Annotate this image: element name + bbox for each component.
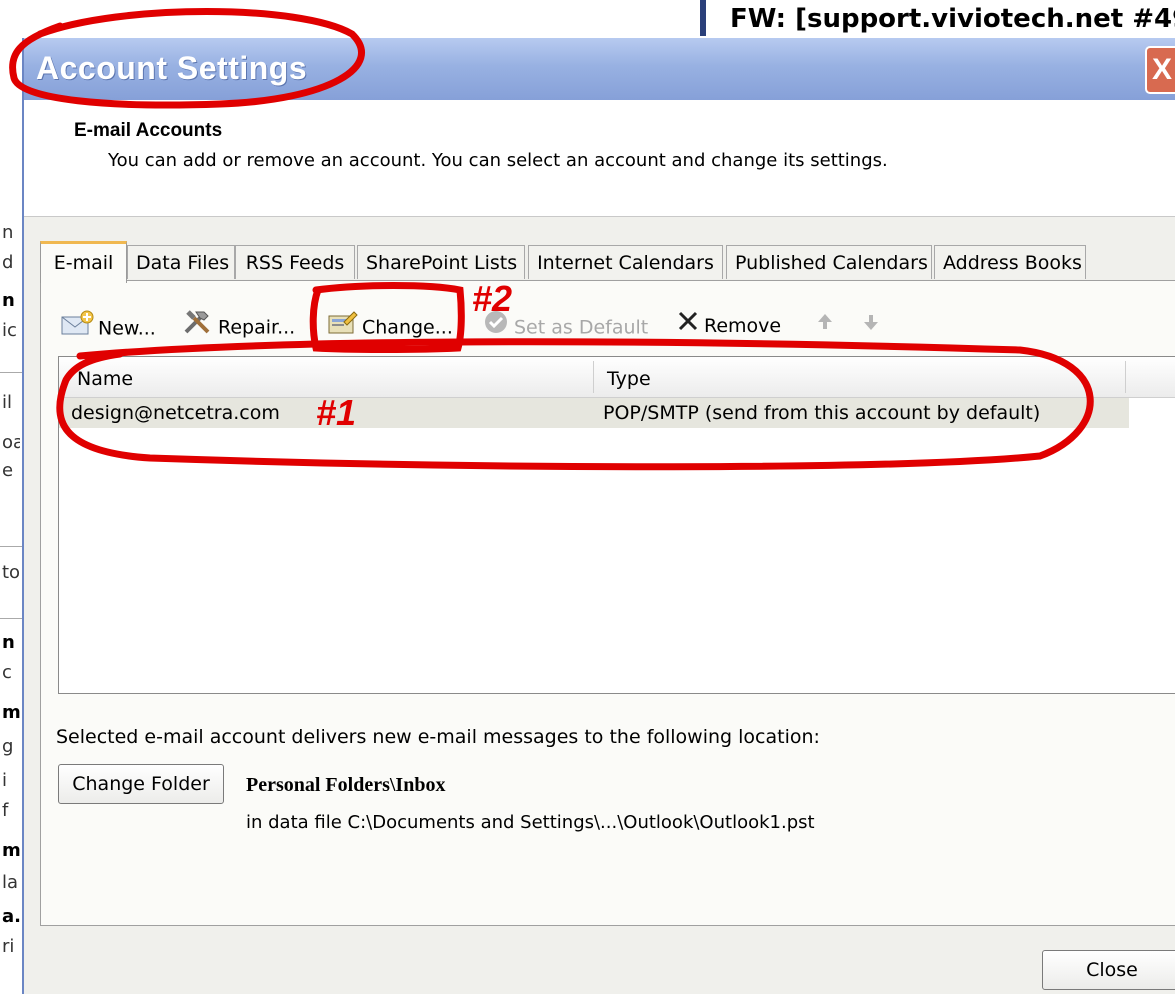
background-divider [0, 372, 22, 373]
column-header-name[interactable]: Name [77, 357, 133, 397]
annotation-label-2: #2 [472, 278, 513, 319]
delivery-folder-name: Personal Folders\Inbox [246, 774, 446, 796]
background-text-fragment: e [2, 460, 14, 481]
new-email-icon [60, 308, 94, 350]
tab-data-files[interactable]: Data Files [127, 245, 235, 279]
background-text-fragment: il [2, 392, 13, 413]
account-name: design@netcetra.com [71, 402, 280, 424]
remove-account-button[interactable]: Remove [676, 308, 781, 344]
background-message-title: FW: [support.viviotech.net #49 [730, 4, 1175, 34]
repair-account-button[interactable]: Repair... [182, 308, 295, 344]
tab-sharepoint-lists[interactable]: SharePoint Lists [357, 245, 525, 279]
tab-internet-calendars[interactable]: Internet Calendars [528, 245, 723, 279]
background-text-fragment: n [2, 632, 15, 653]
annotation-label-1: #1 [316, 392, 357, 433]
background-text-fragment: c [2, 662, 12, 683]
background-text-fragment: oa [2, 432, 20, 453]
delivery-data-file-path: in data file C:\Documents and Settings\.… [246, 812, 815, 833]
remove-label: Remove [704, 315, 782, 337]
arrow-down-icon [860, 309, 882, 345]
change-label: Change... [362, 316, 453, 339]
new-label: New... [98, 317, 156, 340]
background-window-left-strip: n d n ic il oa e to n c m g i f m la a. ri [0, 0, 22, 994]
tab-rss-feeds[interactable]: RSS Feeds [235, 245, 355, 279]
move-up-button[interactable] [814, 308, 840, 344]
close-button[interactable]: Close [1042, 950, 1175, 990]
dialog-title: Account Settings [36, 50, 308, 86]
section-title: E-mail Accounts [74, 120, 223, 141]
background-text-fragment: a. [2, 906, 20, 927]
close-window-button[interactable]: X [1145, 46, 1175, 94]
background-text-fragment: d [2, 252, 14, 273]
column-divider[interactable] [593, 361, 594, 393]
delivery-description: Selected e-mail account delivers new e-m… [56, 726, 820, 748]
background-text-fragment: la [2, 872, 19, 893]
account-settings-dialog: Account Settings X E-mail Accounts You c… [22, 38, 1175, 994]
list-header: Name Type [59, 357, 1175, 398]
tab-published-calendars[interactable]: Published Calendars [726, 245, 932, 279]
change-settings-icon [326, 308, 358, 348]
background-text-fragment: f [2, 800, 9, 821]
background-text-fragment: m [2, 702, 20, 723]
background-window-top: FW: [support.viviotech.net #49 [0, 0, 1175, 38]
section-description: You can add or remove an account. You ca… [108, 150, 888, 171]
background-text-fragment: ri [2, 936, 15, 957]
tab-address-books[interactable]: Address Books [934, 245, 1086, 279]
background-text-fragment: i [2, 770, 8, 791]
account-row[interactable]: design@netcetra.com POP/SMTP (send from … [59, 398, 1129, 428]
repair-label: Repair... [218, 316, 296, 339]
change-account-button[interactable]: Change... [326, 308, 453, 344]
accounts-list[interactable]: Name Type design@netcetra.com POP/SMTP (… [58, 356, 1175, 694]
set-as-default-label: Set as Default [514, 316, 649, 339]
change-folder-button[interactable]: Change Folder [58, 764, 224, 804]
header-panel: E-mail Accounts You can add or remove an… [24, 100, 1175, 217]
background-text-fragment: to [2, 562, 20, 583]
move-down-button[interactable] [860, 308, 886, 344]
background-text-fragment: n [2, 222, 14, 243]
background-text-fragment: m [2, 840, 20, 861]
background-text-fragment: n [2, 290, 15, 311]
tab-email[interactable]: E-mail [40, 241, 127, 283]
background-divider [0, 618, 22, 619]
tools-icon [182, 308, 214, 348]
new-account-button[interactable]: New... [60, 308, 156, 344]
account-type: POP/SMTP (send from this account by defa… [603, 402, 1041, 424]
dialog-titlebar: Account Settings X [24, 38, 1175, 100]
column-divider[interactable] [1125, 361, 1126, 393]
remove-x-icon [676, 309, 700, 345]
column-header-type[interactable]: Type [607, 357, 651, 397]
background-text-fragment: g [2, 736, 14, 757]
background-divider [0, 546, 22, 547]
arrow-up-icon [814, 309, 836, 345]
background-text-fragment: ic [2, 320, 17, 341]
